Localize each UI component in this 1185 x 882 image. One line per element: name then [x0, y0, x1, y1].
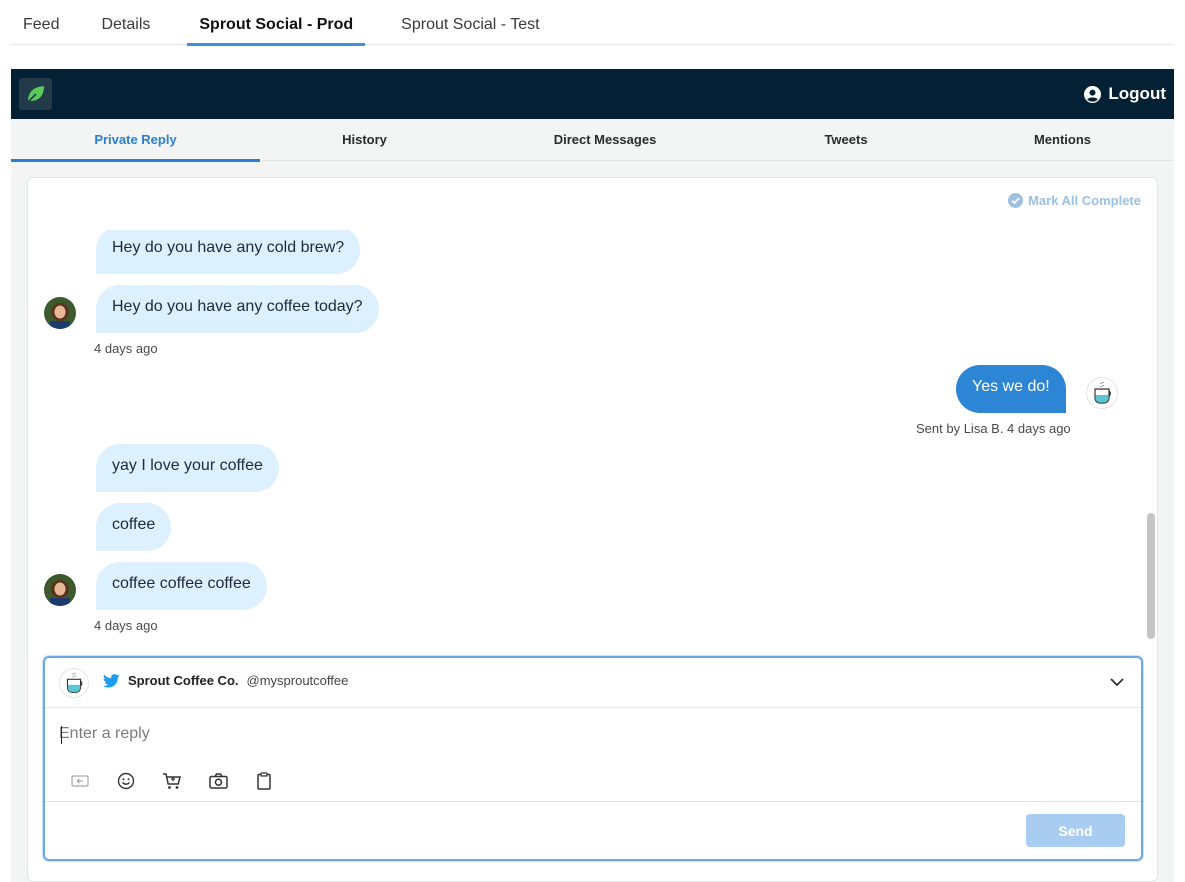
sub-navigation: Private Reply History Direct Messages Tw… — [11, 119, 1174, 162]
tab-sprout-social-test[interactable]: Sprout Social - Test — [401, 0, 539, 45]
check-circle-icon — [1008, 193, 1024, 208]
incoming-message: Hey do you have any cold brew? — [96, 230, 361, 274]
incoming-message: yay I love your coffee — [96, 444, 279, 492]
composer-footer: Send — [45, 801, 1141, 859]
subtab-tweets[interactable]: Tweets — [741, 119, 951, 161]
clipboard-icon[interactable] — [253, 770, 275, 792]
logout-label: Logout — [1108, 84, 1166, 103]
emoji-icon[interactable] — [115, 770, 137, 792]
tab-feed[interactable]: Feed — [23, 0, 59, 45]
tab-details[interactable]: Details — [101, 0, 150, 45]
coffee-cup-icon — [1086, 377, 1118, 409]
chevron-down-icon[interactable] — [1109, 674, 1125, 695]
outgoing-message: Yes we do! — [956, 365, 1066, 413]
incoming-message: coffee coffee coffee — [96, 562, 267, 610]
text-caret — [61, 726, 62, 744]
subtab-mentions[interactable]: Mentions — [951, 119, 1174, 161]
scrollbar-thumb[interactable] — [1147, 513, 1155, 639]
subtab-history[interactable]: History — [260, 119, 469, 161]
message-thread[interactable]: Hey do you have any cold brew? Hey do yo… — [28, 230, 1146, 640]
sprout-app-frame: Logout Private Reply History Direct Mess… — [11, 69, 1174, 882]
composer-header: Sprout Coffee Co. @mysproutcoffee — [45, 658, 1141, 708]
incoming-message: coffee — [96, 503, 172, 551]
conversation-panel: Mark All Complete Hey do you have any co… — [27, 177, 1158, 882]
top-tab-bar: Feed Details Sprout Social - Prod Sprout… — [11, 0, 1174, 46]
message-timestamp: 4 days ago — [94, 341, 158, 356]
send-button[interactable]: Send — [1026, 814, 1125, 847]
account-handle: @mysproutcoffee — [246, 673, 349, 688]
subtab-direct-messages[interactable]: Direct Messages — [469, 119, 741, 161]
user-circle-icon — [1084, 85, 1102, 103]
subtab-private-reply[interactable]: Private Reply — [11, 119, 260, 162]
incoming-message: Hey do you have any coffee today? — [96, 285, 379, 333]
thread-scrollbar[interactable] — [1146, 230, 1156, 640]
logout-button[interactable]: Logout — [1084, 84, 1166, 104]
reply-template-icon[interactable] — [69, 770, 91, 792]
account-name: Sprout Coffee Co. — [128, 673, 239, 688]
mark-all-complete-button[interactable]: Mark All Complete — [1008, 193, 1141, 208]
composer-account: Sprout Coffee Co. @mysproutcoffee — [103, 673, 348, 688]
camera-icon[interactable] — [207, 770, 229, 792]
message-timestamp: 4 days ago — [94, 618, 158, 633]
mark-all-complete-label: Mark All Complete — [1028, 193, 1141, 208]
sprout-leaf-icon — [19, 78, 52, 110]
customer-avatar — [44, 574, 76, 606]
reply-input[interactable] — [59, 720, 1119, 748]
reply-composer: Sprout Coffee Co. @mysproutcoffee Enter … — [43, 656, 1143, 861]
tab-sprout-social-prod[interactable]: Sprout Social - Prod — [187, 0, 365, 46]
cart-icon[interactable] — [161, 770, 183, 792]
app-header: Logout — [11, 69, 1174, 119]
coffee-cup-icon — [59, 668, 89, 698]
twitter-icon — [103, 673, 120, 688]
customer-avatar — [44, 297, 76, 329]
composer-toolbar — [69, 770, 275, 792]
outgoing-message-meta: Sent by Lisa B. 4 days ago — [916, 421, 1071, 436]
